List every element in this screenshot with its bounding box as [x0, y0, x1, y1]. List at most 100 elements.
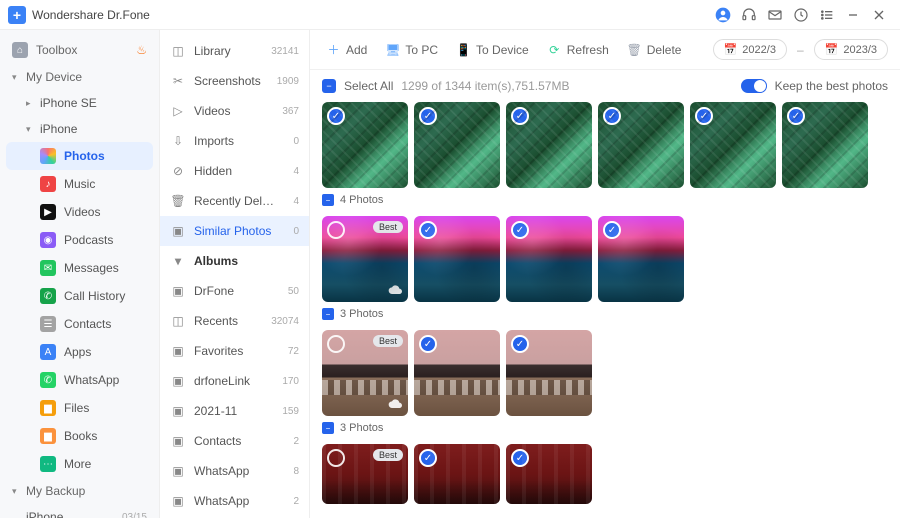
history-icon[interactable] [788, 2, 814, 28]
photo-thumb[interactable]: ✓ [598, 216, 684, 302]
mail-icon[interactable] [762, 2, 788, 28]
checked-icon[interactable]: ✓ [511, 335, 529, 353]
checked-icon[interactable]: ✓ [511, 449, 529, 467]
photo-thumb[interactable]: ✓ [414, 330, 500, 416]
sidebar-item-messages[interactable]: ✉Messages [0, 254, 159, 282]
cat-recents[interactable]: ◫Recents32074 [160, 306, 309, 336]
cat-library[interactable]: ◫Library32141 [160, 36, 309, 66]
sidebar-item-podcasts[interactable]: ◉Podcasts [0, 226, 159, 254]
group-label[interactable]: −3 Photos [322, 416, 888, 438]
group-checkbox[interactable]: − [322, 422, 334, 434]
trash-icon: 🗑 [627, 42, 642, 57]
cat-videos[interactable]: ▷Videos367 [160, 96, 309, 126]
delete-button[interactable]: 🗑Delete [623, 38, 686, 61]
chevron-down-icon: ▾ [26, 124, 36, 135]
unchecked-icon[interactable] [327, 221, 345, 239]
sidebar-item-whatsapp[interactable]: ✆WhatsApp [0, 366, 159, 394]
keep-best-toggle[interactable] [741, 79, 767, 93]
group-label[interactable]: −3 Photos [322, 302, 888, 324]
headset-icon[interactable] [736, 2, 762, 28]
cat-whatsapp-album-2[interactable]: ▣WhatsApp2 [160, 486, 309, 516]
photo-thumb[interactable]: ✓ [506, 330, 592, 416]
group-checkbox[interactable]: − [322, 194, 334, 206]
date-to-picker[interactable]: 📅2023/3 [814, 39, 888, 60]
close-button[interactable] [866, 2, 892, 28]
cat-whatsapp-album-1[interactable]: ▣WhatsApp8 [160, 456, 309, 486]
photo-groups: ✓ ✓ ✓ ✓ ✓ ✓ −4 Photos Best ✓ ✓ ✓ −3 Phot… [310, 102, 900, 518]
keep-best-label: Keep the best photos [775, 79, 888, 93]
sidebar-item-apps[interactable]: AApps [0, 338, 159, 366]
user-icon[interactable] [710, 2, 736, 28]
checked-icon[interactable]: ✓ [603, 221, 621, 239]
select-all-label[interactable]: Select All [344, 79, 393, 93]
photo-thumb[interactable]: ✓ [506, 444, 592, 504]
cat-label: Recently Delet... [194, 194, 275, 208]
cat-contacts-album[interactable]: ▣Contacts2 [160, 426, 309, 456]
cat-hidden[interactable]: ⊘Hidden4 [160, 156, 309, 186]
sidebar-item-callhistory[interactable]: ✆Call History [0, 282, 159, 310]
checked-icon[interactable]: ✓ [603, 107, 621, 125]
sidebar-item-files[interactable]: ▆Files [0, 394, 159, 422]
photo-thumb[interactable]: ✓ [782, 102, 868, 188]
photo-thumb[interactable]: Best [322, 216, 408, 302]
checked-icon[interactable]: ✓ [511, 107, 529, 125]
photo-thumb[interactable]: ✓ [506, 216, 592, 302]
unchecked-icon[interactable] [327, 449, 345, 467]
checked-icon[interactable]: ✓ [419, 221, 437, 239]
cat-favorites[interactable]: ▣Favorites72 [160, 336, 309, 366]
photo-thumb[interactable]: Best [322, 444, 408, 504]
photo-thumb[interactable]: ✓ [322, 102, 408, 188]
photo-thumb[interactable]: ✓ [414, 444, 500, 504]
cat-screenshots[interactable]: ✂Screenshots1909 [160, 66, 309, 96]
sidebar-item-contacts[interactable]: ☰Contacts [0, 310, 159, 338]
photo-thumb[interactable]: Best [322, 330, 408, 416]
minimize-button[interactable] [840, 2, 866, 28]
cat-albums-header[interactable]: ▾Albums [160, 246, 309, 276]
photos-icon [40, 148, 56, 164]
group-checkbox[interactable]: − [322, 308, 334, 320]
date-from-picker[interactable]: 📅2022/3 [713, 39, 787, 60]
sidebar-item-mydevice[interactable]: ▾ My Device [0, 64, 159, 90]
photo-thumb[interactable]: ✓ [690, 102, 776, 188]
toolbox-icon: ⌂ [12, 42, 28, 58]
checked-icon[interactable]: ✓ [327, 107, 345, 125]
add-button[interactable]: ＋Add [322, 38, 371, 61]
photo-thumb[interactable]: ✓ [414, 102, 500, 188]
sidebar-item-iphone[interactable]: ▾ iPhone [0, 116, 159, 142]
sidebar-item-videos[interactable]: ▶Videos [0, 198, 159, 226]
sidebar-item-music[interactable]: ♪Music [0, 170, 159, 198]
sidebar-item-toolbox[interactable]: ⌂ Toolbox ♨ [0, 36, 159, 64]
checked-icon[interactable]: ✓ [511, 221, 529, 239]
sidebar-item-photos[interactable]: Photos [6, 142, 153, 170]
to-pc-button[interactable]: 🖥To PC [381, 38, 442, 61]
cat-drfonelink[interactable]: ▣drfoneLink170 [160, 366, 309, 396]
toolbar-label: To Device [476, 43, 529, 57]
cat-imports[interactable]: ⇩Imports0 [160, 126, 309, 156]
refresh-button[interactable]: ⟳Refresh [543, 38, 613, 61]
to-device-button[interactable]: 📱To Device [452, 38, 533, 61]
checked-icon[interactable]: ✓ [695, 107, 713, 125]
photo-thumb[interactable]: ✓ [506, 102, 592, 188]
cat-similar-photos[interactable]: ▣Similar Photos0 [160, 216, 309, 246]
list-icon[interactable] [814, 2, 840, 28]
sidebar-item-books[interactable]: ▆Books [0, 422, 159, 450]
checked-icon[interactable]: ✓ [787, 107, 805, 125]
cat-count: 32141 [271, 46, 299, 57]
sidebar-item-mybackup[interactable]: ▾My Backup [0, 478, 159, 504]
photo-thumb[interactable]: ✓ [414, 216, 500, 302]
photo-thumb[interactable]: ✓ [598, 102, 684, 188]
cat-2021-11[interactable]: ▣2021-11159 [160, 396, 309, 426]
sidebar-item-iphonese[interactable]: ▸ iPhone SE [0, 90, 159, 116]
category-column: ◫Library32141 ✂Screenshots1909 ▷Videos36… [160, 30, 310, 518]
cat-drfone[interactable]: ▣DrFone50 [160, 276, 309, 306]
checked-icon[interactable]: ✓ [419, 449, 437, 467]
select-all-checkbox[interactable]: − [322, 79, 336, 93]
contacts-icon: ☰ [40, 316, 56, 332]
sidebar-item-more[interactable]: ⋯More [0, 450, 159, 478]
sidebar-item-backup-iphone[interactable]: iPhone03/15 [0, 504, 159, 518]
checked-icon[interactable]: ✓ [419, 335, 437, 353]
checked-icon[interactable]: ✓ [419, 107, 437, 125]
unchecked-icon[interactable] [327, 335, 345, 353]
cat-recently-deleted[interactable]: 🗑Recently Delet...4 [160, 186, 309, 216]
group-label[interactable]: −4 Photos [322, 188, 888, 210]
